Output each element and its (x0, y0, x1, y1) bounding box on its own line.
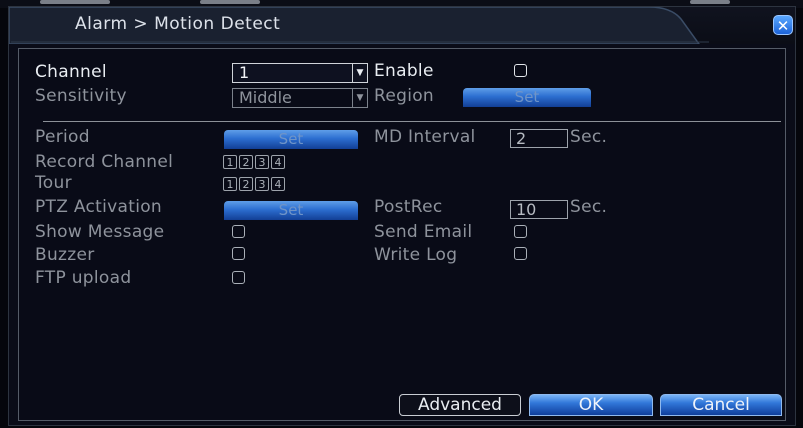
strip-segment (40, 0, 110, 4)
dialog-title: Alarm > Motion Detect (75, 14, 281, 34)
record-channel-boxes: 1 2 3 4 (223, 155, 285, 169)
motion-detect-dialog: Alarm > Motion Detect ✕ Channel 1 ▼ Enab… (8, 6, 796, 426)
section-divider (43, 121, 781, 122)
settings-panel: Channel 1 ▼ Enable Sensitivity Middle ▼ … (18, 48, 786, 421)
region-label: Region (374, 86, 434, 106)
tour-label: Tour (35, 173, 72, 193)
period-set-button[interactable]: Set (224, 130, 358, 149)
record-channel-box[interactable]: 4 (271, 155, 285, 169)
sensitivity-label: Sensitivity (35, 86, 127, 106)
record-channel-box[interactable]: 1 (223, 155, 237, 169)
ftp-upload-label: FTP upload (35, 268, 132, 288)
cancel-button[interactable]: Cancel (660, 394, 782, 416)
ok-button[interactable]: OK (529, 394, 653, 416)
cancel-label: Cancel (692, 395, 750, 415)
ftp-upload-checkbox[interactable] (232, 271, 245, 284)
show-message-label: Show Message (35, 222, 165, 242)
md-interval-value: 2 (516, 129, 527, 148)
advanced-label: Advanced (418, 395, 502, 415)
ptz-set-label: Set (278, 201, 304, 219)
tour-box[interactable]: 2 (239, 177, 253, 191)
record-channel-label: Record Channel (35, 152, 174, 172)
channel-select[interactable]: 1 ▼ (232, 63, 368, 83)
enable-label: Enable (374, 61, 434, 81)
postrec-value: 10 (516, 200, 537, 219)
postrec-unit: Sec. (570, 197, 608, 217)
region-set-label: Set (514, 88, 540, 106)
md-interval-label: MD Interval (374, 127, 476, 147)
ptz-activation-label: PTZ Activation (35, 197, 162, 217)
tour-box[interactable]: 3 (255, 177, 269, 191)
postrec-label: PostRec (374, 197, 443, 217)
channel-value: 1 (239, 63, 250, 82)
record-channel-box[interactable]: 3 (255, 155, 269, 169)
tour-boxes: 1 2 3 4 (223, 177, 285, 191)
chevron-down-icon: ▼ (352, 89, 367, 107)
buzzer-label: Buzzer (35, 245, 95, 265)
channel-label: Channel (35, 62, 107, 82)
buzzer-checkbox[interactable] (232, 247, 245, 260)
write-log-checkbox[interactable] (514, 247, 527, 260)
region-set-button[interactable]: Set (463, 88, 591, 107)
tour-box[interactable]: 4 (271, 177, 285, 191)
sensitivity-select[interactable]: Middle ▼ (232, 88, 368, 108)
tour-box[interactable]: 1 (223, 177, 237, 191)
ok-label: OK (578, 395, 604, 415)
close-icon[interactable]: ✕ (773, 15, 793, 35)
strip-segment (690, 0, 730, 4)
strip-segment (200, 0, 260, 4)
md-interval-input[interactable]: 2 (510, 129, 568, 148)
chevron-down-icon: ▼ (352, 64, 367, 82)
write-log-label: Write Log (374, 245, 458, 265)
sensitivity-value: Middle (239, 88, 292, 107)
record-channel-box[interactable]: 2 (239, 155, 253, 169)
postrec-input[interactable]: 10 (510, 200, 568, 219)
send-email-label: Send Email (374, 222, 473, 242)
show-message-checkbox[interactable] (232, 225, 245, 238)
ptz-set-button[interactable]: Set (224, 201, 358, 220)
title-bar: Alarm > Motion Detect ✕ (9, 7, 795, 44)
period-set-label: Set (278, 130, 304, 148)
period-label: Period (35, 127, 90, 147)
advanced-button[interactable]: Advanced (399, 394, 521, 416)
md-interval-unit: Sec. (570, 127, 608, 147)
send-email-checkbox[interactable] (514, 225, 527, 238)
enable-checkbox[interactable] (514, 64, 527, 77)
